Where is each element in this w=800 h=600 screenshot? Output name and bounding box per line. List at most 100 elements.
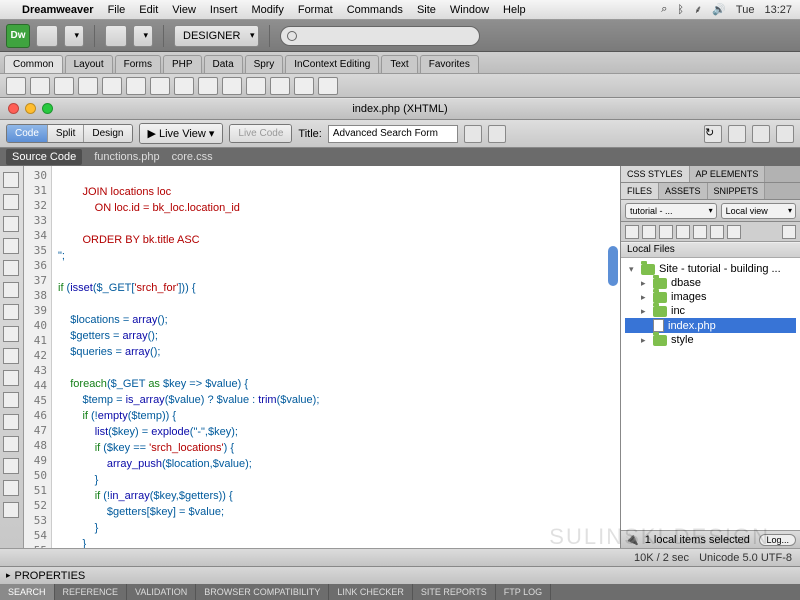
rail-expand-icon[interactable]: [3, 216, 19, 232]
log-button[interactable]: Log...: [759, 534, 796, 546]
rail-wrap-icon[interactable]: [3, 480, 19, 496]
rail-indent-icon[interactable]: [3, 392, 19, 408]
close-icon[interactable]: [8, 103, 19, 114]
rail-select-parent-icon[interactable]: [3, 238, 19, 254]
rail-open-docs-icon[interactable]: [3, 172, 19, 188]
view-dropdown[interactable]: Local view: [721, 203, 796, 219]
insert-email-icon[interactable]: [30, 77, 50, 95]
layout-btn-1[interactable]: [36, 25, 58, 47]
menu-help[interactable]: Help: [503, 4, 526, 16]
insert-templates-icon[interactable]: [294, 77, 314, 95]
tab-validation[interactable]: VALIDATION: [127, 584, 196, 600]
put-icon[interactable]: [676, 225, 690, 239]
tree-row[interactable]: ▸inc: [625, 304, 796, 318]
workspace-switcher[interactable]: DESIGNER: [174, 25, 259, 47]
tab-site-reports[interactable]: SITE REPORTS: [413, 584, 496, 600]
tree-row[interactable]: ▸style: [625, 333, 796, 347]
tab-files[interactable]: FILES: [621, 183, 659, 199]
tab-css-styles[interactable]: CSS STYLES: [621, 166, 690, 182]
tree-row[interactable]: ▸dbase: [625, 276, 796, 290]
spotlight-icon[interactable]: ⌕: [661, 3, 667, 16]
tab-favorites[interactable]: Favorites: [420, 55, 479, 73]
page-title-input[interactable]: [328, 125, 458, 143]
insert-hyperlink-icon[interactable]: [6, 77, 26, 95]
view-split-button[interactable]: Split: [48, 125, 84, 142]
insert-date-icon[interactable]: [174, 77, 194, 95]
insert-image-icon[interactable]: [126, 77, 146, 95]
related-file-core-css[interactable]: core.css: [172, 151, 213, 163]
view-design-button[interactable]: Design: [84, 125, 131, 142]
insert-table-icon[interactable]: [78, 77, 98, 95]
rail-comment-icon[interactable]: [3, 458, 19, 474]
related-file-functions[interactable]: functions.php: [94, 151, 159, 163]
rail-format-icon[interactable]: [3, 436, 19, 452]
insert-tag-icon[interactable]: [318, 77, 338, 95]
insert-anchor-icon[interactable]: [54, 77, 74, 95]
code-editor[interactable]: 30 31 32 33 34 35 36 37 38 39 40 41 42 4…: [24, 166, 620, 548]
menu-modify[interactable]: Modify: [251, 4, 283, 16]
tab-common[interactable]: Common: [4, 55, 63, 73]
rail-highlight-icon[interactable]: [3, 304, 19, 320]
check-icon[interactable]: [776, 125, 794, 143]
tab-ftp-log[interactable]: FTP LOG: [496, 584, 551, 600]
refresh-files-icon[interactable]: [642, 225, 656, 239]
minimize-icon[interactable]: [25, 103, 36, 114]
options-icon[interactable]: [728, 125, 746, 143]
live-view-button[interactable]: ▶Live View ▾: [140, 124, 223, 143]
expand-panel-icon[interactable]: [782, 225, 796, 239]
layout-dropdown[interactable]: [64, 25, 84, 47]
properties-twisty-icon[interactable]: ▸: [6, 570, 11, 581]
menu-file[interactable]: File: [108, 4, 126, 16]
tab-browser-compat[interactable]: BROWSER COMPATIBILITY: [196, 584, 329, 600]
volume-icon[interactable]: 🔊: [712, 3, 726, 16]
connect-icon[interactable]: [625, 225, 639, 239]
tab-php[interactable]: PHP: [163, 55, 202, 73]
code-content[interactable]: JOIN locations loc ON loc.id = bk_loc.lo…: [52, 166, 620, 548]
file-tree[interactable]: ▾Site - tutorial - building ...▸dbase▸im…: [621, 258, 800, 530]
tree-row[interactable]: ▸images: [625, 290, 796, 304]
tree-row[interactable]: ▾Site - tutorial - building ...: [625, 262, 796, 276]
checkin-icon[interactable]: [710, 225, 724, 239]
view-code-button[interactable]: Code: [7, 125, 48, 142]
rail-auto-indent-icon[interactable]: [3, 348, 19, 364]
search-field[interactable]: [280, 26, 480, 46]
extend-dropdown[interactable]: [133, 25, 153, 47]
insert-div-icon[interactable]: [102, 77, 122, 95]
toolbar-icon-1[interactable]: [464, 125, 482, 143]
tab-ap-elements[interactable]: AP ELEMENTS: [690, 166, 766, 182]
insert-media-icon[interactable]: [150, 77, 170, 95]
tab-data[interactable]: Data: [204, 55, 243, 73]
wifi-icon[interactable]: ⸙: [694, 2, 702, 17]
menu-format[interactable]: Format: [298, 4, 333, 16]
rail-balance-icon[interactable]: [3, 260, 19, 276]
zoom-icon[interactable]: [42, 103, 53, 114]
refresh-icon[interactable]: ↻: [704, 125, 722, 143]
rail-collapse-icon[interactable]: [3, 194, 19, 210]
tree-row[interactable]: index.php: [625, 318, 796, 333]
checkout-icon[interactable]: [693, 225, 707, 239]
bluetooth-icon[interactable]: ᛒ: [677, 4, 684, 16]
sync-icon[interactable]: [727, 225, 741, 239]
toolbar-icon-2[interactable]: [488, 125, 506, 143]
menu-view[interactable]: View: [172, 4, 196, 16]
site-dropdown[interactable]: tutorial - ...: [625, 203, 717, 219]
insert-script-icon[interactable]: [270, 77, 290, 95]
live-code-button[interactable]: Live Code: [230, 125, 291, 142]
rail-line-numbers-icon[interactable]: [3, 282, 19, 298]
tab-assets[interactable]: ASSETS: [659, 183, 708, 199]
tab-reference[interactable]: REFERENCE: [55, 584, 128, 600]
rail-syntax-icon[interactable]: [3, 326, 19, 342]
menu-window[interactable]: Window: [450, 4, 489, 16]
validate-icon[interactable]: [752, 125, 770, 143]
get-icon[interactable]: [659, 225, 673, 239]
insert-ssi-icon[interactable]: [198, 77, 218, 95]
tab-link-checker[interactable]: LINK CHECKER: [329, 584, 413, 600]
extend-btn[interactable]: [105, 25, 127, 47]
menu-insert[interactable]: Insert: [210, 4, 238, 16]
rail-outdent-icon[interactable]: [3, 414, 19, 430]
menu-edit[interactable]: Edit: [139, 4, 158, 16]
tab-spry[interactable]: Spry: [245, 55, 284, 73]
vertical-scrollbar[interactable]: [608, 246, 618, 286]
tab-forms[interactable]: Forms: [115, 55, 161, 73]
insert-head-icon[interactable]: [246, 77, 266, 95]
